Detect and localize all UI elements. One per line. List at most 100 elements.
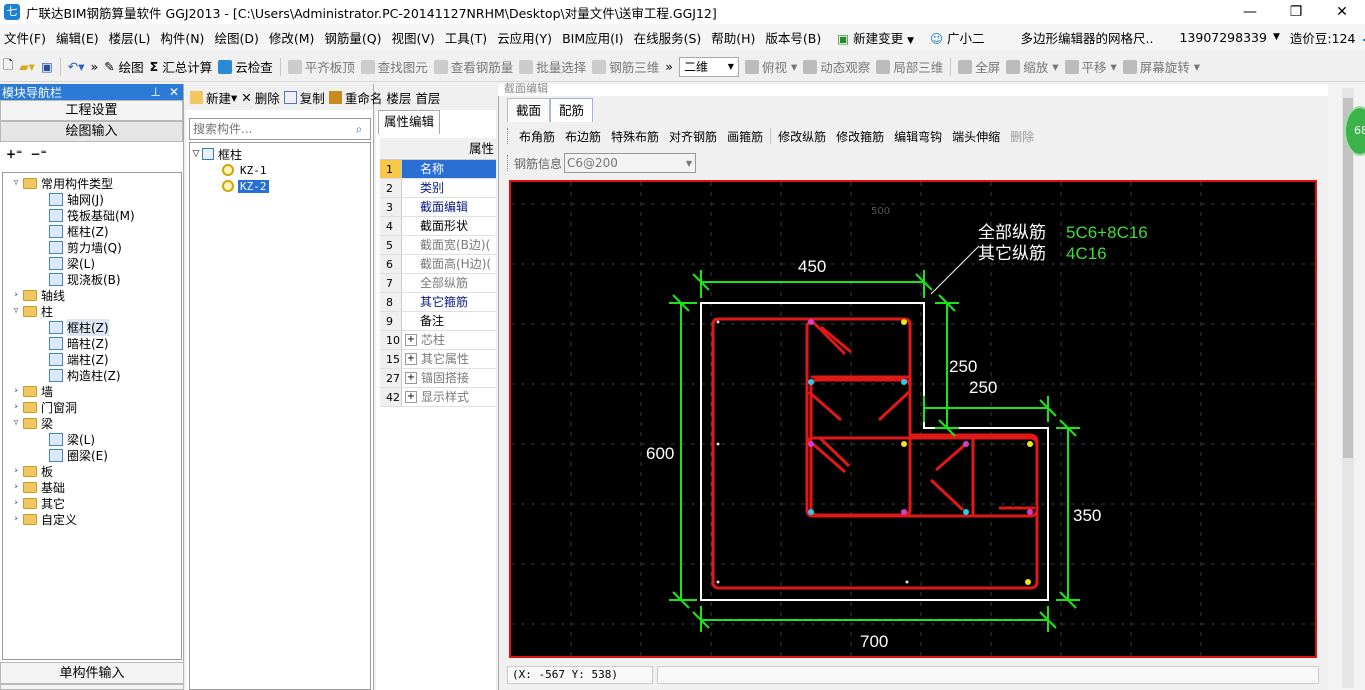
view-rebar-button[interactable]: 查看钢筋量 — [431, 57, 517, 76]
menu-draw[interactable]: 绘图(D) — [210, 28, 262, 47]
menu-tools[interactable]: 工具(T) — [441, 28, 491, 47]
property-row[interactable]: 15 + 其它属性 — [380, 350, 496, 369]
zoom-button[interactable]: 缩放 ▾ — [1003, 57, 1061, 76]
section-project-settings[interactable]: 工程设置 — [0, 100, 183, 121]
nav-tree-item[interactable]: ▿ 梁 — [3, 415, 181, 431]
nav-tree-item[interactable]: › 板 — [3, 463, 181, 479]
nav-tree-item[interactable]: 剪力墙(Q) — [3, 239, 181, 255]
end-stretch-button[interactable]: 端头伸缩 — [947, 128, 1005, 145]
batch-select-button[interactable]: 批量选择 — [516, 57, 589, 76]
align-slab-button[interactable]: 平齐板顶 — [285, 57, 358, 76]
menu-edit[interactable]: 编辑(E) — [52, 28, 103, 47]
expand-plus-icon[interactable]: + — [405, 391, 417, 403]
menu-view[interactable]: 视图(V) — [387, 28, 438, 47]
view-mode-select[interactable]: 二维 ▼ — [676, 56, 742, 77]
expand-plus-icon[interactable]: + — [405, 372, 417, 384]
nav-tree-item[interactable]: 圈梁(E) — [3, 447, 181, 463]
cloud-check-button[interactable]: 云检查 — [215, 57, 276, 76]
chevron-down-icon[interactable]: ▼ — [1273, 32, 1280, 42]
expand-plus-icon[interactable]: + — [405, 353, 417, 365]
new-component-button[interactable]: 新建 ▾ — [190, 88, 237, 107]
local-3d-button[interactable]: 局部三维 — [873, 57, 946, 76]
rebar-info-select[interactable]: C6@200 ▼ — [564, 153, 697, 173]
menu-component[interactable]: 构件(N) — [156, 28, 208, 47]
rename-component-button[interactable]: 重命名 — [328, 88, 382, 107]
modify-stirrup-button[interactable]: 修改箍筋 — [831, 128, 889, 145]
menu-help[interactable]: 帮助(H) — [707, 28, 759, 47]
expand-toggle-icon[interactable]: › — [11, 466, 21, 476]
floor-select[interactable]: 首层 — [415, 88, 440, 107]
expand-toggle-icon[interactable]: › — [11, 402, 21, 412]
nav-tree-item[interactable]: 轴网(J) — [3, 191, 181, 207]
edge-rebar-button[interactable]: 布边筋 — [560, 128, 606, 145]
overflow-icon[interactable]: » — [662, 59, 676, 74]
expand-toggle-icon[interactable]: › — [11, 498, 21, 508]
expand-toggle-icon[interactable]: › — [11, 514, 21, 524]
nav-tree-item[interactable]: › 其它 — [3, 495, 181, 511]
draw-stirrup-button[interactable]: 画箍筋 — [722, 128, 768, 145]
minimize-icon[interactable]: — — [1227, 0, 1273, 24]
nav-tree-item[interactable]: ▿ 常用构件类型 — [3, 175, 181, 191]
nav-tree-item[interactable]: › 门窗洞 — [3, 399, 181, 415]
new-file-icon[interactable]: 🗋 — [0, 56, 16, 77]
menu-version[interactable]: 版本号(B) — [761, 28, 825, 47]
nav-tree-item[interactable]: ▿ 柱 — [3, 303, 181, 319]
new-change-button[interactable]: ▣ 新建变更 ▼ — [833, 28, 918, 47]
tab-property-edit[interactable]: 属性编辑 — [378, 110, 440, 134]
scrollbar-thumb[interactable] — [1343, 98, 1353, 458]
property-row[interactable]: 7 全部纵筋 — [380, 274, 496, 293]
find-element-button[interactable]: 查找图元 — [358, 57, 431, 76]
edit-hook-button[interactable]: 编辑弯钩 — [889, 128, 947, 145]
collapse-all-icon[interactable]: −⁼ — [30, 147, 46, 161]
copy-component-button[interactable]: 复制 — [283, 88, 325, 107]
property-row[interactable]: 9 备注 — [380, 312, 496, 331]
section-drawing[interactable]: 500 450 250 250 600 350 700 全部纵筋 5C6+8C1… — [511, 182, 1315, 656]
assistant-button[interactable]: ☺ 广小二 — [926, 28, 989, 47]
fullscreen-button[interactable]: 全屏 — [955, 57, 1003, 76]
align-rebar-button[interactable]: 对齐钢筋 — [664, 128, 722, 145]
screen-rotate-button[interactable]: 屏幕旋转 ▾ — [1120, 57, 1203, 76]
property-row[interactable]: 10 + 芯柱 — [380, 331, 496, 350]
property-row[interactable]: 42 + 显示样式 — [380, 388, 496, 407]
menu-online[interactable]: 在线服务(S) — [630, 28, 706, 47]
section-drawing-input[interactable]: 绘图输入 — [0, 121, 183, 142]
property-row[interactable]: 27 + 锚固搭接 — [380, 369, 496, 388]
modify-long-rebar-button[interactable]: 修改纵筋 — [773, 128, 831, 145]
save-icon[interactable]: ▣ — [38, 59, 56, 74]
draw-button[interactable]: ✎ 绘图 — [101, 57, 146, 76]
special-rebar-button[interactable]: 特殊布筋 — [606, 128, 664, 145]
collapse-toggle-icon[interactable]: ▿ — [11, 306, 21, 316]
property-row[interactable]: 8 其它箍筋 — [380, 293, 496, 312]
property-row[interactable]: 5 截面宽(B边)( — [380, 236, 496, 255]
nav-tree-item[interactable]: › 自定义 — [3, 511, 181, 527]
menu-floor[interactable]: 楼层(L) — [105, 28, 155, 47]
delete-component-button[interactable]: ✕ 删除 — [241, 88, 280, 107]
pin-icon[interactable]: ⊥ — [150, 85, 160, 99]
top-view-button[interactable]: 俯视 ▾ — [742, 57, 800, 76]
open-file-icon[interactable]: ▰▾ — [16, 59, 38, 74]
property-row[interactable]: 3 截面编辑 — [380, 198, 496, 217]
nav-tree-item[interactable]: 筏板基础(M) — [3, 207, 181, 223]
nav-tree-item[interactable]: 端柱(Z) — [3, 351, 181, 367]
nav-tree-item[interactable]: 暗柱(Z) — [3, 335, 181, 351]
menu-rebar[interactable]: 钢筋量(Q) — [320, 28, 385, 47]
overflow-icon[interactable]: » — [88, 59, 102, 74]
tab-reinforcement[interactable]: 配筋 — [550, 98, 594, 122]
expand-toggle-icon[interactable]: › — [11, 482, 21, 492]
component-item-kz1[interactable]: KZ-1 — [190, 162, 370, 178]
nav-tree-item[interactable]: › 轴线 — [3, 287, 181, 303]
close-icon[interactable]: ✕ — [1319, 0, 1365, 24]
close-icon[interactable]: ✕ — [169, 85, 179, 99]
property-row[interactable]: 1 名称 — [380, 160, 496, 179]
property-row[interactable]: 4 截面形状 — [380, 217, 496, 236]
tab-section[interactable]: 截面 — [507, 98, 551, 122]
component-root[interactable]: ▽ 框柱 — [190, 146, 370, 162]
expand-plus-icon[interactable]: + — [405, 334, 417, 346]
drawing-canvas[interactable]: 500 450 250 250 600 350 700 全部纵筋 5C6+8C1… — [509, 180, 1317, 658]
sum-button[interactable]: Σ 汇总计算 — [147, 57, 216, 76]
nav-tree-item[interactable]: 梁(L) — [3, 431, 181, 447]
pan-button[interactable]: 平移 ▾ — [1062, 57, 1120, 76]
menu-bim[interactable]: BIM应用(I) — [558, 28, 628, 47]
corner-rebar-button[interactable]: 布角筋 — [514, 128, 560, 145]
undo-icon[interactable]: ↶▾ — [65, 59, 88, 74]
